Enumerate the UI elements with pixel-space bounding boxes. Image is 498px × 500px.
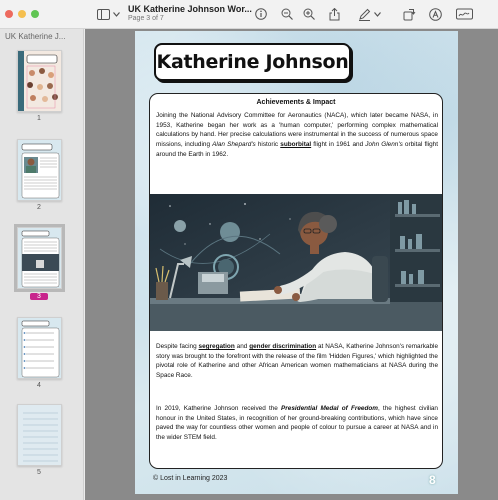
page-indicator: Page 3 of 7 <box>128 15 164 22</box>
markup-pen-icon[interactable] <box>357 5 371 23</box>
minimize-window-button[interactable] <box>18 10 26 18</box>
page-title: Katherine Johnson <box>156 51 349 73</box>
thumbnail-number-1: 1 <box>37 115 41 122</box>
chevron-down-icon[interactable] <box>112 5 120 23</box>
zoom-out-icon[interactable] <box>280 5 294 23</box>
thumbnail-sidebar: UK Katherine J... 1 2 3 4 5 <box>0 29 84 500</box>
close-window-button[interactable] <box>5 10 13 18</box>
document-page: Katherine Johnson Achievements & Impact … <box>135 31 458 494</box>
zoom-window-button[interactable] <box>31 10 39 18</box>
page-thumbnail-5[interactable] <box>17 404 62 466</box>
sidebar-document-label: UK Katherine J... <box>5 32 66 41</box>
highlight-icon[interactable] <box>428 5 442 23</box>
katherine-illustration <box>150 194 442 331</box>
page-thumbnail-1[interactable] <box>17 50 62 112</box>
thumbnail-number-5: 5 <box>37 469 41 476</box>
share-icon[interactable] <box>327 5 341 23</box>
thumbnail-number-4: 4 <box>37 382 41 389</box>
page-thumbnail-3[interactable] <box>14 224 65 292</box>
thumbnail-number-3: 3 <box>30 293 48 300</box>
page-thumbnail-4[interactable] <box>17 317 62 379</box>
document-title: UK Katherine Johnson Wor... <box>128 4 252 14</box>
thumbnail-number-2: 2 <box>37 204 41 211</box>
sidebar-toggle-icon[interactable] <box>96 5 110 23</box>
paragraph-medal-of-freedom: In 2019, Katherine Johnson received the … <box>156 405 438 442</box>
page-number: 8 <box>429 473 436 487</box>
content-card: Achievements & Impact Joining the Nation… <box>149 93 443 469</box>
section-heading: Achievements & Impact <box>256 99 336 106</box>
window-toolbar: UK Katherine Johnson Wor... Page 3 of 7 <box>0 0 498 29</box>
rotate-icon[interactable] <box>402 5 416 23</box>
copyright-credit: © Lost in Learning 2023 <box>153 475 228 482</box>
document-viewport[interactable]: Katherine Johnson Achievements & Impact … <box>85 29 498 500</box>
page-thumbnail-2[interactable] <box>17 139 62 201</box>
markup-chevron-icon[interactable] <box>373 5 381 23</box>
paragraph-hidden-figures: Despite facing segregation and gender di… <box>156 343 438 380</box>
signature-icon[interactable] <box>455 5 473 23</box>
info-icon[interactable] <box>254 5 268 23</box>
page-title-box: Katherine Johnson <box>154 43 351 81</box>
paragraph-achievements: Joining the National Advisory Committee … <box>156 112 438 158</box>
zoom-in-icon[interactable] <box>302 5 316 23</box>
